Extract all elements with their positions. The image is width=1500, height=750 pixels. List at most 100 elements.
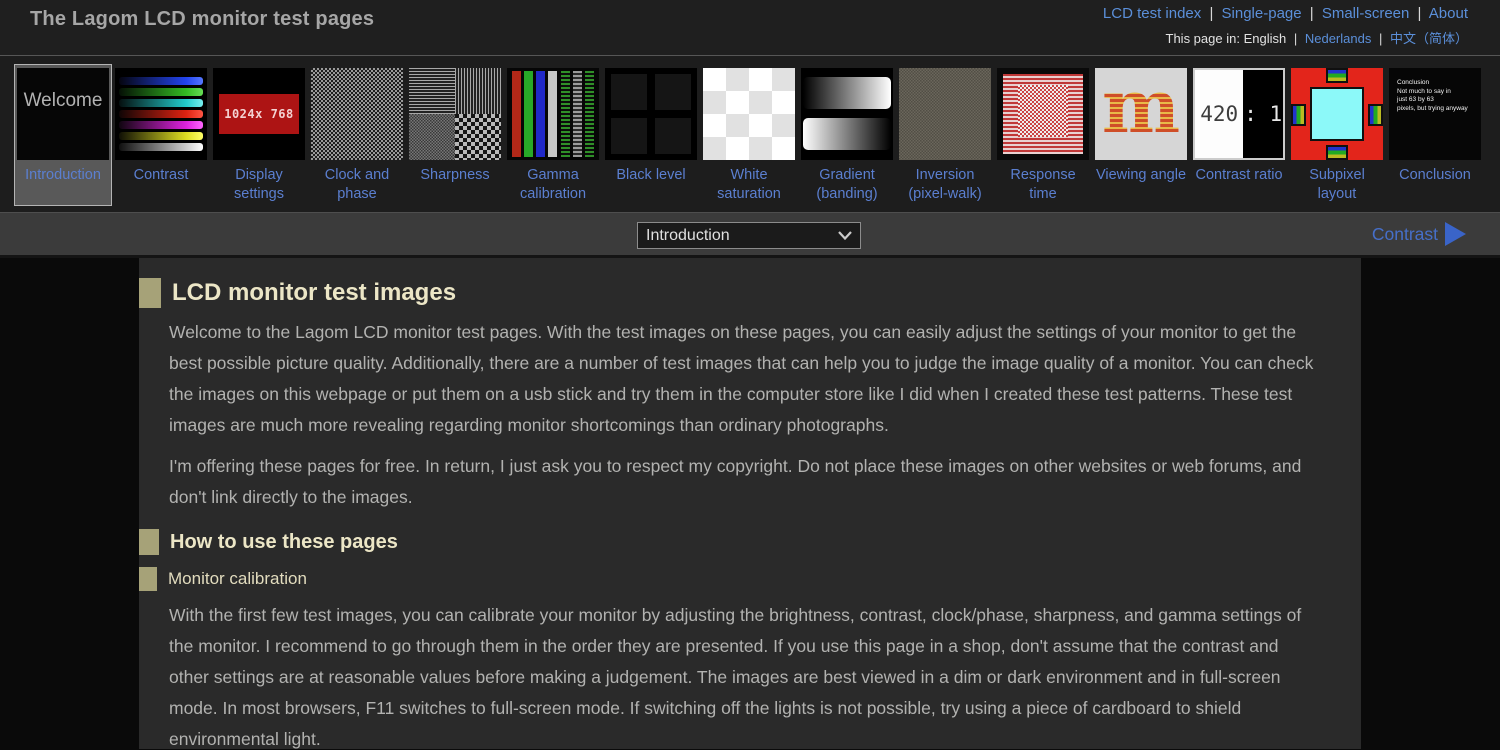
section-heading: How to use these pages xyxy=(139,529,1331,555)
link-single-page[interactable]: Single-page xyxy=(1222,5,1302,22)
thumb-label-response-time[interactable]: Response time xyxy=(997,166,1089,204)
link-lcd-test-index[interactable]: LCD test index xyxy=(1103,5,1201,22)
thumb-label-conclusion[interactable]: Conclusion xyxy=(1389,166,1481,185)
paragraph-welcome: Welcome to the Lagom LCD monitor test pa… xyxy=(169,317,1321,441)
conclusion-line: Conclusion xyxy=(1397,79,1481,88)
thumb-introduction[interactable]: Welcome xyxy=(17,68,109,160)
thumb-contrast[interactable] xyxy=(115,68,207,160)
color-bar xyxy=(119,121,203,129)
thumb-label-gamma-calibration[interactable]: Gamma calibration xyxy=(507,166,599,204)
link-small-screen[interactable]: Small-screen xyxy=(1322,5,1410,22)
thumb-label-white-saturation[interactable]: White saturation xyxy=(703,166,795,204)
thumb-cell-gamma-calibration[interactable]: Gamma calibration xyxy=(504,64,602,206)
page-heading: LCD monitor test images xyxy=(172,279,456,307)
header-links: LCD test index | Single-page | Small-scr… xyxy=(1103,5,1468,55)
content-background: LCD monitor test images Welcome to the L… xyxy=(0,258,1500,749)
black-square xyxy=(611,74,647,110)
thumbnail-strip: Welcome Introduction Contrast 1024x 768 … xyxy=(0,56,1500,212)
heading-marker xyxy=(139,529,159,555)
thumb-viewing-angle[interactable]: m xyxy=(1095,68,1187,160)
thumb-cell-introduction[interactable]: Welcome Introduction xyxy=(14,64,112,206)
thumb-label-viewing-angle[interactable]: Viewing angle xyxy=(1095,166,1187,185)
thumb-label-subpixel-layout[interactable]: Subpixel layout xyxy=(1291,166,1383,204)
gamma-bar xyxy=(512,71,521,157)
thumb-black-level[interactable] xyxy=(605,68,697,160)
thumb-label-inversion[interactable]: Inversion (pixel-walk) xyxy=(899,166,991,204)
thumb-cell-subpixel-layout[interactable]: Subpixel layout xyxy=(1288,64,1386,206)
thumb-cell-white-saturation[interactable]: White saturation xyxy=(700,64,798,206)
calibration-heading: Monitor calibration xyxy=(168,569,307,589)
separator: | xyxy=(1205,5,1217,22)
gamma-bar xyxy=(536,71,545,157)
thumb-display-settings[interactable]: 1024x 768 xyxy=(213,68,305,160)
language-link-nederlands[interactable]: Nederlands xyxy=(1305,31,1372,46)
thumb-cell-viewing-angle[interactable]: m Viewing angle xyxy=(1092,64,1190,206)
subsection-heading: Monitor calibration xyxy=(139,567,1331,591)
thumb-response-time[interactable] xyxy=(997,68,1089,160)
color-bar xyxy=(119,99,203,107)
thumb-label-clock-and-phase[interactable]: Clock and phase xyxy=(311,166,403,204)
thumb-label-black-level[interactable]: Black level xyxy=(605,166,697,185)
page-title: The Lagom LCD monitor test pages xyxy=(30,5,374,55)
thumb-white-saturation[interactable] xyxy=(703,68,795,160)
thumb-clock-and-phase[interactable] xyxy=(311,68,403,160)
thumb-subpixel-layout[interactable] xyxy=(1291,68,1383,160)
black-square xyxy=(655,74,691,110)
gradient-bar xyxy=(803,77,891,109)
next-page-link[interactable]: Contrast xyxy=(1372,222,1466,246)
resolution-text: 1024x 768 xyxy=(219,94,299,134)
black-square xyxy=(611,118,647,154)
paragraph-calibration: With the first few test images, you can … xyxy=(169,600,1321,750)
subpixel-box xyxy=(1368,104,1383,126)
separator: | xyxy=(1306,5,1318,22)
thumb-cell-display-settings[interactable]: 1024x 768 Display settings xyxy=(210,64,308,206)
thumb-cell-clock-and-phase[interactable]: Clock and phase xyxy=(308,64,406,206)
subpixel-box xyxy=(1291,104,1306,126)
thumb-gradient-banding[interactable] xyxy=(801,68,893,160)
thumb-label-display-settings[interactable]: Display settings xyxy=(213,166,305,204)
thumb-label-contrast-ratio[interactable]: Contrast ratio xyxy=(1193,166,1285,185)
thumb-cell-sharpness[interactable]: Sharpness xyxy=(406,64,504,206)
thumb-label-introduction[interactable]: Introduction xyxy=(17,166,109,185)
contrast-ratio-unit: : 1 xyxy=(1243,70,1283,158)
page-select-dropdown[interactable]: Introduction xyxy=(637,222,861,249)
thumb-cell-inversion[interactable]: Inversion (pixel-walk) xyxy=(896,64,994,206)
language-switcher: This page in: English | Nederlands | 中文（… xyxy=(1103,28,1468,47)
thumb-cell-black-level[interactable]: Black level xyxy=(602,64,700,206)
pattern-quadrant xyxy=(409,68,455,114)
language-link-chinese[interactable]: 中文（简体） xyxy=(1390,31,1468,46)
thumb-conclusion[interactable]: Conclusion Not much to say in just 63 by… xyxy=(1389,68,1481,160)
conclusion-line: Not much to say in xyxy=(1397,88,1481,97)
header: The Lagom LCD monitor test pages LCD tes… xyxy=(0,0,1500,56)
checker-square xyxy=(1018,85,1068,137)
thumb-label-gradient-banding[interactable]: Gradient (banding) xyxy=(801,166,893,204)
thumb-cell-conclusion[interactable]: Conclusion Not much to say in just 63 by… xyxy=(1386,64,1484,206)
pattern-quadrant xyxy=(455,68,501,114)
stripe-pattern xyxy=(1003,74,1083,154)
page-select-value: Introduction xyxy=(646,227,730,245)
welcome-text: Welcome xyxy=(24,90,103,111)
next-page-label: Contrast xyxy=(1372,224,1438,245)
thumb-sharpness[interactable] xyxy=(409,68,501,160)
cyan-square xyxy=(1310,87,1364,141)
thumb-label-sharpness[interactable]: Sharpness xyxy=(409,166,501,185)
separator: | xyxy=(1375,31,1386,46)
black-square xyxy=(655,118,691,154)
thumb-inversion[interactable] xyxy=(899,68,991,160)
pattern-quadrant xyxy=(409,114,455,160)
paragraph-copyright: I'm offering these pages for free. In re… xyxy=(169,451,1321,513)
thumb-contrast-ratio[interactable]: 420 : 1 xyxy=(1193,68,1285,160)
color-bar xyxy=(119,77,203,85)
chevron-down-icon xyxy=(838,231,852,240)
link-about[interactable]: About xyxy=(1429,5,1468,22)
conclusion-line: just 63 by 63 xyxy=(1397,96,1481,105)
thumb-cell-contrast[interactable]: Contrast xyxy=(112,64,210,206)
thumb-gamma-calibration[interactable] xyxy=(507,68,599,160)
gradient-bar xyxy=(803,118,891,150)
top-nav: LCD test index | Single-page | Small-scr… xyxy=(1103,5,1468,22)
thumb-label-contrast[interactable]: Contrast xyxy=(115,166,207,185)
thumb-cell-contrast-ratio[interactable]: 420 : 1 Contrast ratio xyxy=(1190,64,1288,206)
color-bar xyxy=(119,88,203,96)
thumb-cell-response-time[interactable]: Response time xyxy=(994,64,1092,206)
thumb-cell-gradient-banding[interactable]: Gradient (banding) xyxy=(798,64,896,206)
